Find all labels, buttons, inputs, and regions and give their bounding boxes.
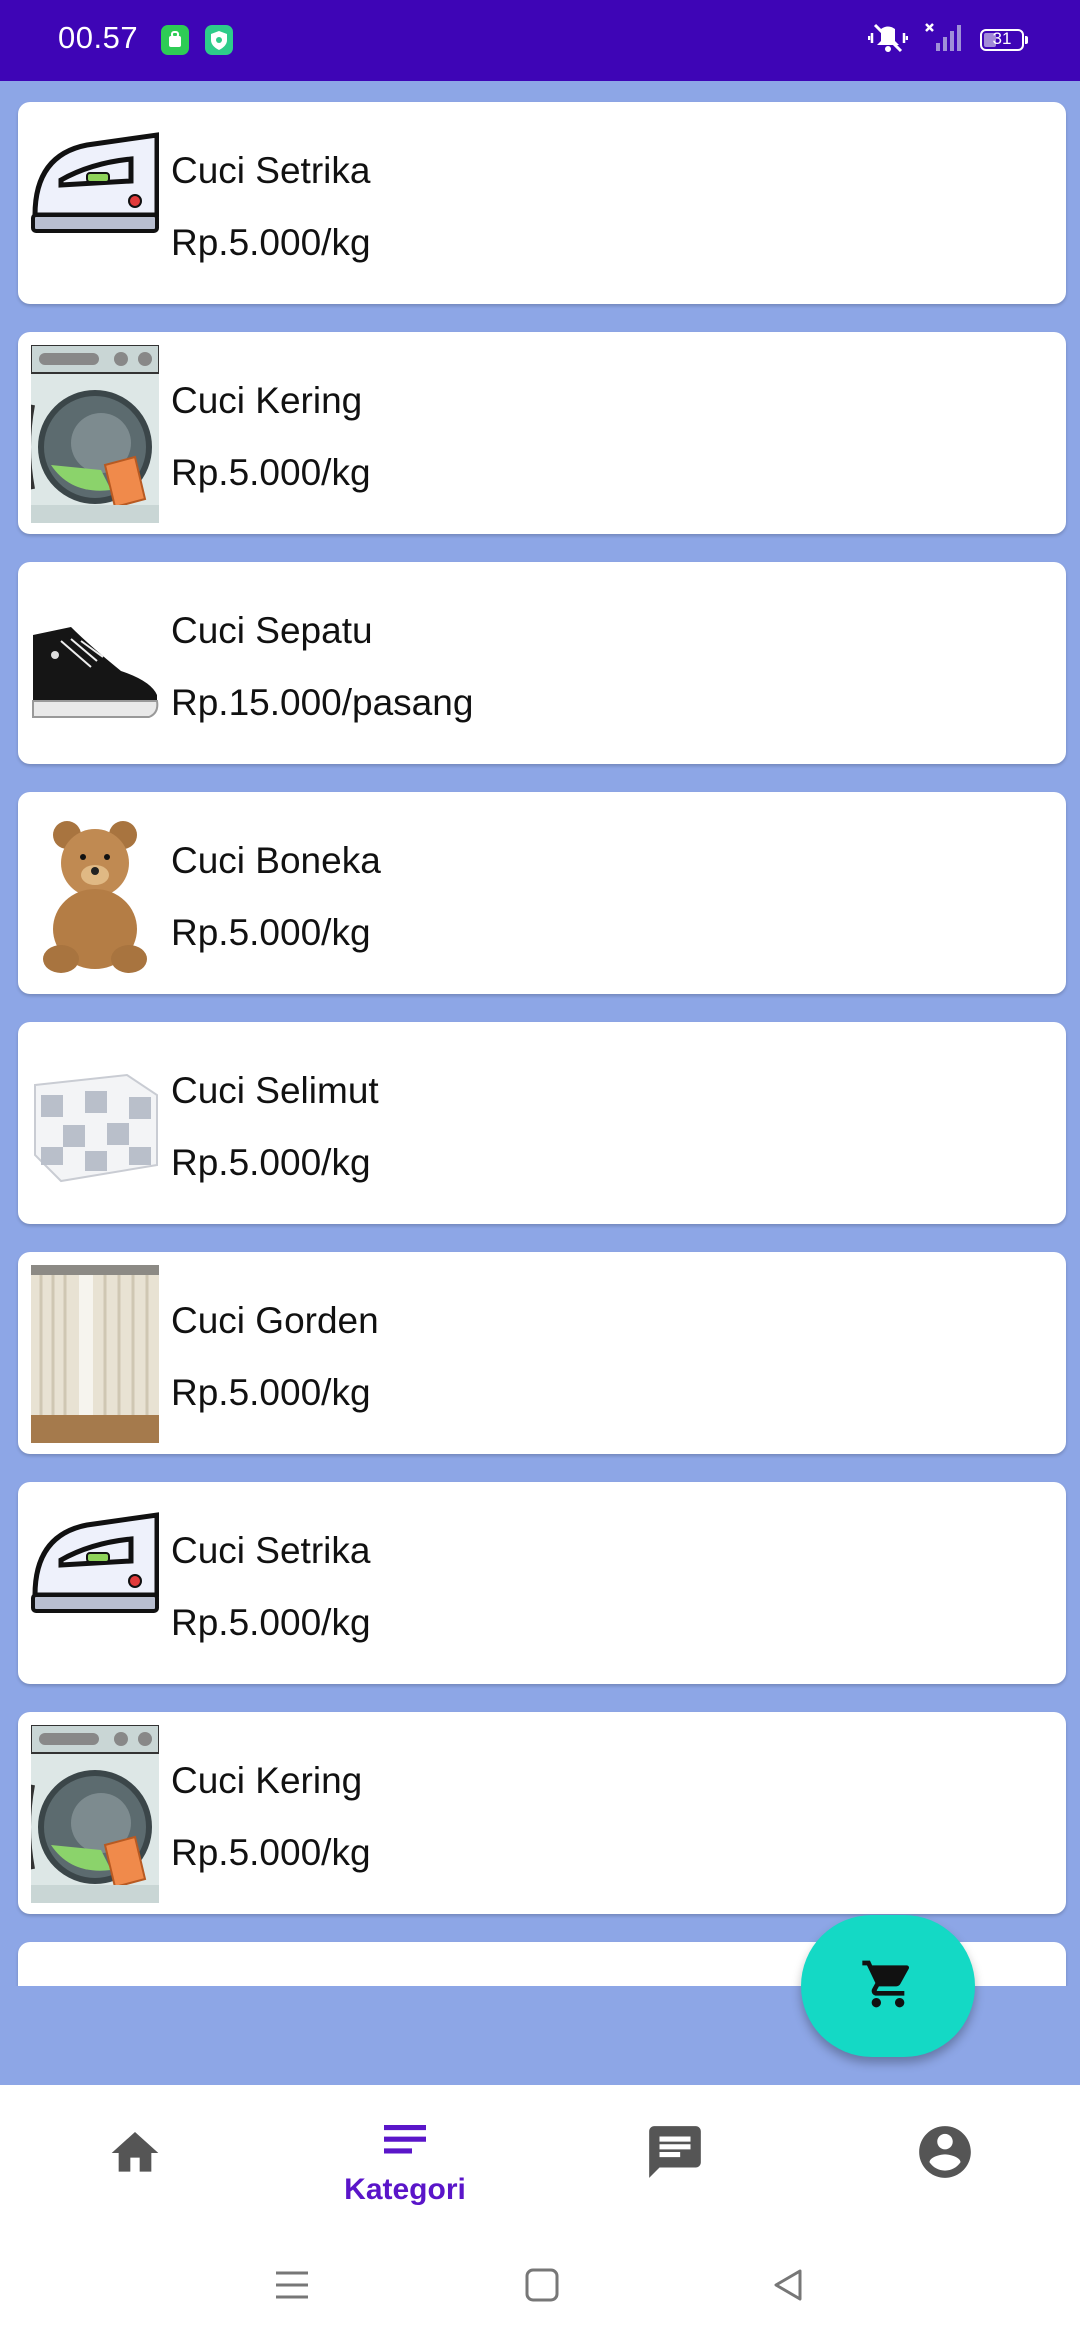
service-price: Rp.5.000/kg [171,452,371,493]
nav-item-home[interactable] [0,2085,270,2235]
service-card[interactable]: Cuci Boneka Rp.5.000/kg [18,792,1066,994]
service-card[interactable]: Cuci Selimut Rp.5.000/kg [18,1022,1066,1224]
service-price: Rp.5.000/kg [171,1832,371,1873]
service-title: Cuci Sepatu [171,610,373,651]
iron-image [31,115,159,293]
service-price: Rp.5.000/kg [171,1142,371,1183]
square-icon[interactable] [522,2265,562,2310]
status-bar: 00.57 31 [0,0,1080,81]
nav-item-profile[interactable] [810,2085,1080,2235]
nav-item-chat[interactable] [540,2085,810,2235]
service-list[interactable]: Cuci Setrika Rp.5.000/kg Cuci Kering Rp.… [0,81,1080,1986]
back-icon[interactable] [768,2265,808,2310]
service-card[interactable]: Cuci Sepatu Rp.15.000/pasang [18,562,1066,764]
service-card[interactable]: Cuci Setrika Rp.5.000/kg [18,102,1066,304]
service-price: Rp.5.000/kg [171,1602,371,1643]
service-title: Cuci Selimut [171,1070,379,1111]
sneaker-image [31,575,159,753]
teddy-bear-image [31,805,159,983]
status-time: 00.57 [58,20,139,55]
service-title: Cuci Setrika [171,150,371,191]
status-indicators: 31 [867,21,1028,60]
home-icon [107,2125,163,2186]
cart-button[interactable] [801,1915,975,2057]
account-icon [914,2121,976,2188]
chat-icon [644,2121,706,2188]
service-title: Cuci Kering [171,1760,363,1801]
category-icon [377,2111,433,2172]
battery-icon: 31 [980,29,1028,51]
menu-icon[interactable] [272,2265,312,2310]
app-notification-icon [161,25,189,55]
service-title: Cuci Gorden [171,1300,379,1341]
service-title: Cuci Boneka [171,840,381,881]
bottom-navigation: Kategori [0,2085,1080,2235]
blanket-image [31,1035,159,1213]
vibrate-icon [867,21,909,60]
curtain-image [31,1265,159,1443]
washing-machine-image [31,1725,159,1903]
service-card[interactable]: Cuci Kering Rp.5.000/kg [18,332,1066,534]
cart-icon [860,1956,916,2017]
nav-item-kategori[interactable]: Kategori [270,2085,540,2235]
service-price: Rp.15.000/pasang [171,682,474,723]
signal-icon [924,21,964,60]
nav-label-kategori: Kategori [344,2173,466,2206]
service-card[interactable]: Cuci Setrika Rp.5.000/kg [18,1482,1066,1684]
service-price: Rp.5.000/kg [171,912,371,953]
service-title: Cuci Setrika [171,1530,371,1571]
service-card[interactable]: Cuci Kering Rp.5.000/kg [18,1712,1066,1914]
service-title: Cuci Kering [171,380,363,421]
washing-machine-image [31,345,159,523]
service-price: Rp.5.000/kg [171,222,371,263]
battery-percentage: 31 [992,29,1012,48]
service-card[interactable]: Cuci Gorden Rp.5.000/kg [18,1252,1066,1454]
iron-image [31,1495,159,1673]
shield-icon [205,25,233,55]
system-navigation-bar [0,2235,1080,2340]
service-price: Rp.5.000/kg [171,1372,371,1413]
